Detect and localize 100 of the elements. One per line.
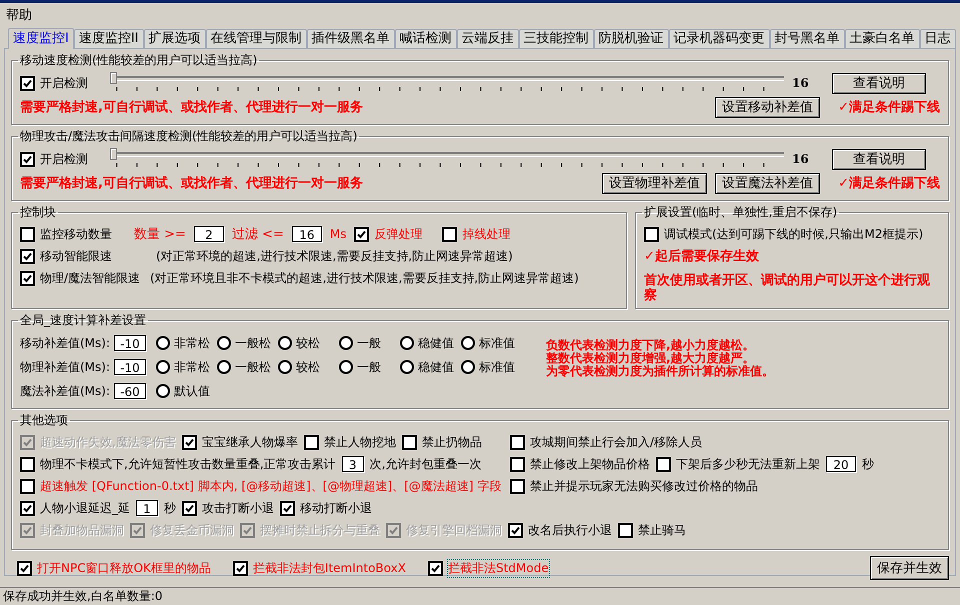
checkbox-label: 禁止骑马 xyxy=(638,522,686,538)
radio-button[interactable] xyxy=(400,360,414,374)
checkbox[interactable] xyxy=(20,248,35,264)
checkbox[interactable] xyxy=(618,522,633,538)
radio-label: 一般 xyxy=(357,358,381,376)
tab[interactable]: 在线管理与限制 xyxy=(206,29,307,48)
checkmark-icon xyxy=(23,274,32,282)
checkmark-icon xyxy=(23,252,32,260)
tab[interactable]: 记录机器码变更 xyxy=(668,29,770,48)
tab[interactable]: 日志 xyxy=(920,29,956,48)
warning-note: 首次使用或者开区、调试的用户可以开这个进行观察 xyxy=(644,273,930,303)
checkbox[interactable] xyxy=(428,560,443,576)
description-text: (对正常环境的超速,进行技术限速,需要反挂支持,防止网速异常超速) xyxy=(156,248,513,264)
number-field[interactable]: 20 xyxy=(826,456,856,472)
radio-button[interactable] xyxy=(278,360,292,374)
tab[interactable]: 速度监控II xyxy=(74,29,144,48)
slider-value: 16 xyxy=(792,152,810,166)
checkbox[interactable] xyxy=(20,456,35,472)
group-title: 控制块 xyxy=(19,204,57,221)
checkbox-label: 物理不卡模式下,允许短暂性攻击数量重叠,正常攻击累计 xyxy=(40,456,336,472)
checkbox[interactable] xyxy=(182,500,197,516)
checkbox[interactable] xyxy=(644,226,659,242)
checkbox[interactable] xyxy=(20,76,35,90)
number-field[interactable]: -60 xyxy=(114,383,146,399)
save-button[interactable]: 保存并生效 xyxy=(870,556,949,580)
checkbox[interactable] xyxy=(304,434,319,450)
help-button[interactable]: 查看说明 xyxy=(832,72,926,94)
tab[interactable]: 云端反挂 xyxy=(456,29,519,48)
checkbox[interactable] xyxy=(510,434,525,450)
radio-button[interactable] xyxy=(278,336,292,350)
warning-note: ✓起后需要保存生效 xyxy=(644,248,759,265)
help-button[interactable]: 查看说明 xyxy=(832,148,926,170)
radio-button[interactable] xyxy=(156,360,170,374)
status-bar: 保存成功并生效,白名单数量:0 xyxy=(0,587,960,605)
tab[interactable]: 防脱机验证 xyxy=(594,29,669,48)
tab[interactable]: 土豪白名单 xyxy=(844,29,920,48)
checkbox[interactable] xyxy=(182,434,197,450)
checkbox[interactable] xyxy=(442,226,458,242)
set-value-button[interactable]: 设置物理补差值 xyxy=(602,172,708,194)
radio-button[interactable] xyxy=(461,336,475,350)
tab[interactable]: 喊话检测 xyxy=(394,29,457,48)
radio-label: 较松 xyxy=(296,334,320,352)
unit-label: 秒 xyxy=(164,500,176,516)
radio-button[interactable] xyxy=(461,360,475,374)
unit-label: 次,允许封包重叠一次 xyxy=(370,456,482,472)
set-value-button[interactable]: 设置移动补差值 xyxy=(715,96,820,118)
checkbox-label: 改名后执行小退 xyxy=(528,522,612,538)
radio-button[interactable] xyxy=(339,360,353,374)
number-field[interactable]: 3 xyxy=(342,456,364,472)
menu-item[interactable]: 帮助 xyxy=(6,6,32,24)
radio-button[interactable] xyxy=(400,336,414,350)
warning-note: 需要严格封速,可自行调试、或找作者、代理进行一对一服务 xyxy=(20,175,363,192)
checkbox-label: 拦截非法StdMode xyxy=(448,560,549,576)
checkbox-label: 攻城期间禁止行会加入/移除人员 xyxy=(530,434,702,450)
radio-button[interactable] xyxy=(156,384,170,398)
radio-label: 一般松 xyxy=(235,358,271,376)
field-label: 移动补差值(Ms): xyxy=(20,334,112,352)
slider-track[interactable] xyxy=(110,72,784,94)
set-value-button[interactable]: 设置魔法补差值 xyxy=(715,172,820,194)
slider-thumb[interactable] xyxy=(110,72,117,84)
radio-label: 一般 xyxy=(357,334,381,352)
checkmark-icon xyxy=(243,526,252,534)
tab[interactable]: 封号黑名单 xyxy=(770,29,845,48)
checkbox-label: 调试模式(达到可踢下线的时候,只输出M2框提示) xyxy=(664,226,924,242)
number-field[interactable]: 1 xyxy=(136,500,158,516)
checkbox[interactable] xyxy=(20,226,35,242)
tab[interactable]: 速度监控I xyxy=(8,28,74,49)
checkbox-label: 开启检测 xyxy=(40,74,88,92)
checkbox[interactable] xyxy=(402,434,417,450)
number-field[interactable]: 16 xyxy=(292,226,322,242)
checkbox[interactable] xyxy=(20,478,35,494)
tab[interactable]: 扩展选项 xyxy=(144,29,206,48)
checkbox[interactable] xyxy=(20,500,35,516)
checkbox[interactable] xyxy=(510,478,525,494)
checkbox-label: 攻击打断小退 xyxy=(202,500,274,516)
checkbox[interactable] xyxy=(20,152,35,166)
checkbox[interactable] xyxy=(232,560,248,576)
checkmark-icon xyxy=(430,564,440,572)
radio-button[interactable] xyxy=(217,360,231,374)
checkbox[interactable] xyxy=(656,456,671,472)
tab[interactable]: 三技能控制 xyxy=(518,29,594,48)
checkbox[interactable] xyxy=(510,456,525,472)
number-field[interactable]: -10 xyxy=(114,335,146,351)
slider-track[interactable] xyxy=(110,148,784,170)
radio-button[interactable] xyxy=(339,336,353,350)
radio-label: 较松 xyxy=(296,358,320,376)
tab[interactable]: 插件级黑名单 xyxy=(306,29,395,48)
number-field[interactable]: 2 xyxy=(194,226,224,242)
radio-button[interactable] xyxy=(217,336,231,350)
checkbox[interactable] xyxy=(280,500,295,516)
checkbox-label: 开启检测 xyxy=(40,150,88,168)
checkbox[interactable] xyxy=(17,560,32,576)
radio-button[interactable] xyxy=(156,336,170,350)
checkbox[interactable] xyxy=(508,522,523,538)
number-field[interactable]: -10 xyxy=(114,359,146,375)
checkmark-icon xyxy=(236,564,245,572)
checkbox[interactable] xyxy=(354,226,370,242)
checkbox[interactable] xyxy=(20,270,35,286)
description-text: (对正常环境且非不卡模式的超速,进行技术限速,需要反挂支持,防止网速异常超速) xyxy=(150,270,579,286)
slider-thumb[interactable] xyxy=(110,148,117,160)
